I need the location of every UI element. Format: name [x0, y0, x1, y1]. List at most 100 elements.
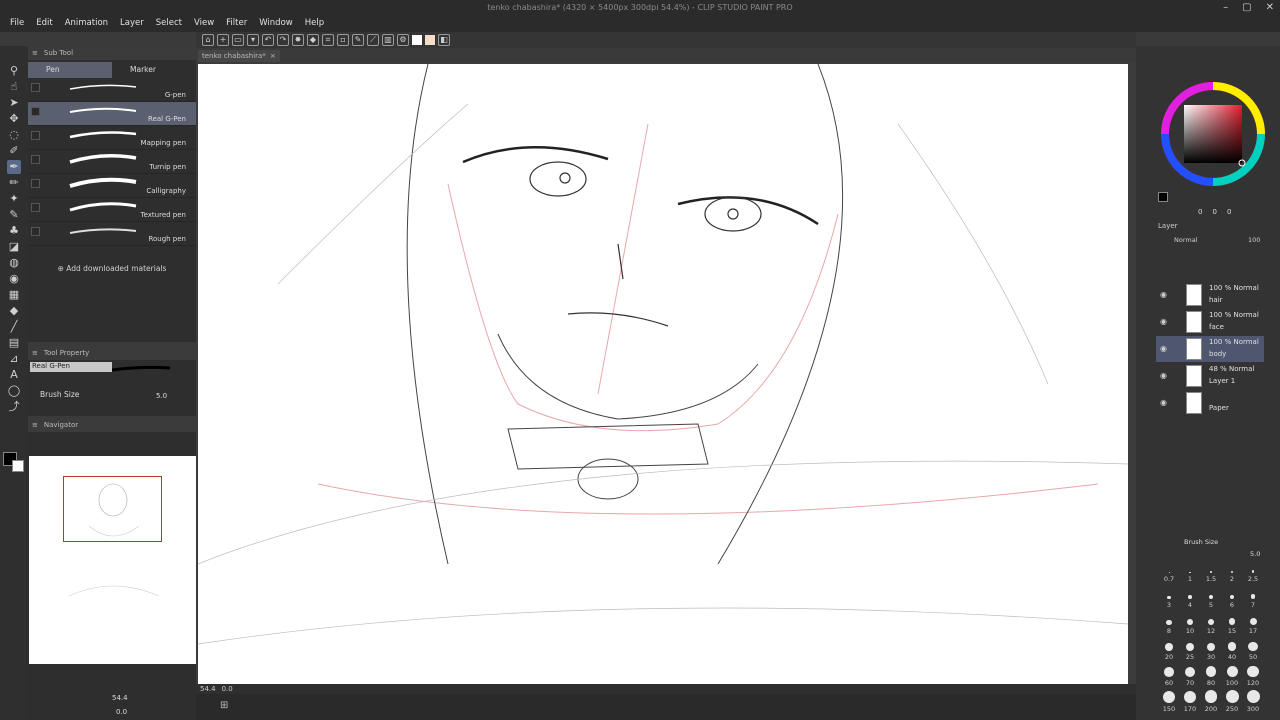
- brush-item-textured-pen[interactable]: Textured pen: [28, 198, 196, 222]
- zoom-tool-icon[interactable]: ⚲: [7, 64, 21, 78]
- eye-icon[interactable]: ◉: [1160, 371, 1167, 380]
- layer-row-hair[interactable]: ◉ 100 % Normal hair: [1156, 282, 1264, 308]
- airbrush-tool-icon[interactable]: ✎: [7, 208, 21, 222]
- tab-marker[interactable]: Marker: [112, 62, 196, 78]
- brush-item-turnip-pen[interactable]: Turnip pen: [28, 150, 196, 174]
- blend-tool-icon[interactable]: ◍: [7, 256, 21, 270]
- navigator-zoom[interactable]: 54.4: [112, 694, 128, 702]
- eyedropper-icon[interactable]: ✐: [7, 144, 21, 158]
- close-icon[interactable]: ✕: [1266, 2, 1274, 13]
- layer-icon[interactable]: ▥: [382, 34, 394, 46]
- maximize-icon[interactable]: ▢: [1242, 2, 1251, 13]
- eraser-tool-icon[interactable]: ◪: [7, 240, 21, 254]
- eye-icon[interactable]: ◉: [1160, 344, 1167, 353]
- pen-tool-icon[interactable]: ✒: [7, 160, 21, 174]
- text-tool-icon[interactable]: A: [7, 368, 21, 382]
- color-picker-icon[interactable]: ◧: [438, 34, 450, 46]
- panel-menu-icon[interactable]: ≡: [32, 349, 38, 357]
- open-icon[interactable]: ▭: [232, 34, 244, 46]
- menu-select[interactable]: Select: [150, 16, 188, 30]
- fill-icon[interactable]: ◆: [307, 34, 319, 46]
- bucket-tool-icon[interactable]: ◆: [7, 304, 21, 318]
- tab-close-icon[interactable]: ×: [270, 52, 276, 60]
- pencil-tool-icon[interactable]: ✏: [7, 176, 21, 190]
- settings-icon[interactable]: ⚙: [397, 34, 409, 46]
- move-tool-icon[interactable]: ✥: [7, 112, 21, 126]
- brush-size-option[interactable]: 50: [1242, 638, 1264, 661]
- color-value-r[interactable]: 0: [1198, 208, 1202, 216]
- brush-size-option[interactable]: 1: [1179, 560, 1201, 583]
- clear-icon[interactable]: ✸: [292, 34, 304, 46]
- navigator-rotate[interactable]: 0.0: [116, 708, 127, 716]
- brush-size-option[interactable]: 0.7: [1158, 560, 1180, 583]
- brush-size-option[interactable]: 8: [1158, 612, 1180, 635]
- color-swatch-white[interactable]: [412, 35, 422, 45]
- layer-row-layer-1[interactable]: ◉ 48 % Normal Layer 1: [1156, 363, 1264, 389]
- home-icon[interactable]: ⌂: [202, 34, 214, 46]
- eye-icon[interactable]: ◉: [1160, 398, 1167, 407]
- brush-size-option[interactable]: 7: [1242, 586, 1264, 609]
- brush-size-option[interactable]: 1.5: [1200, 560, 1222, 583]
- undo-icon[interactable]: ↶: [262, 34, 274, 46]
- pen-icon[interactable]: ✎: [352, 34, 364, 46]
- brush-size-option[interactable]: 10: [1179, 612, 1201, 635]
- checkbox[interactable]: [31, 107, 40, 116]
- status-zoom[interactable]: 54.4: [200, 685, 216, 693]
- brush-size-option[interactable]: 70: [1179, 664, 1201, 687]
- brush-size-option[interactable]: 170: [1179, 690, 1201, 713]
- brush-size-option[interactable]: 250: [1221, 690, 1243, 713]
- panel-menu-icon[interactable]: ≡: [32, 421, 38, 429]
- canvas-tab[interactable]: tenko chabashira* ×: [198, 50, 280, 62]
- operation-tool-icon[interactable]: ➤: [7, 96, 21, 110]
- redo-icon[interactable]: ↷: [277, 34, 289, 46]
- status-angle[interactable]: 0.0: [222, 685, 233, 693]
- brush-size-option[interactable]: 20: [1158, 638, 1180, 661]
- eye-icon[interactable]: ◉: [1160, 290, 1167, 299]
- ruler-icon[interactable]: ⟋: [367, 34, 379, 46]
- layer-palette-icon[interactable]: ⊞: [220, 700, 228, 711]
- decoration-tool-icon[interactable]: ♣: [7, 224, 21, 238]
- correct-line-tool-icon[interactable]: ⤴: [7, 400, 21, 414]
- navigator-viewport[interactable]: [63, 476, 162, 542]
- blend-mode-select[interactable]: Normal: [1174, 236, 1198, 244]
- brush-size-option[interactable]: 3: [1158, 586, 1180, 609]
- brush-size-option[interactable]: 30: [1200, 638, 1222, 661]
- brush-item-mapping-pen[interactable]: Mapping pen: [28, 126, 196, 150]
- ruler-tool-icon[interactable]: ⊿: [7, 352, 21, 366]
- menu-file[interactable]: File: [4, 16, 30, 30]
- menu-view[interactable]: View: [188, 16, 220, 30]
- new-icon[interactable]: +: [217, 34, 229, 46]
- brush-item-rough-pen[interactable]: Rough pen: [28, 222, 196, 246]
- layer-row-face[interactable]: ◉ 100 % Normal face: [1156, 309, 1264, 335]
- hand-tool-icon[interactable]: ☝: [7, 80, 21, 94]
- brush-tool-icon[interactable]: ✦: [7, 192, 21, 206]
- checkbox[interactable]: [31, 203, 40, 212]
- brush-size-option[interactable]: 150: [1158, 690, 1180, 713]
- brush-size-option[interactable]: 2.5: [1242, 560, 1264, 583]
- selection-tool-icon[interactable]: ◌: [7, 128, 21, 142]
- brush-item-real-g-pen[interactable]: Real G-Pen: [28, 102, 196, 126]
- deselect-icon[interactable]: ▫: [337, 34, 349, 46]
- eye-icon[interactable]: ◉: [1160, 317, 1167, 326]
- brush-size-option[interactable]: 200: [1200, 690, 1222, 713]
- brush-size-option[interactable]: 25: [1179, 638, 1201, 661]
- minimize-icon[interactable]: –: [1223, 2, 1228, 13]
- brush-size-option[interactable]: 2: [1221, 560, 1243, 583]
- brush-item-g-pen[interactable]: G-pen: [28, 78, 196, 102]
- brush-size-option[interactable]: 60: [1158, 664, 1180, 687]
- brush-size-option[interactable]: 6: [1221, 586, 1243, 609]
- save-icon[interactable]: ▾: [247, 34, 259, 46]
- color-swatch-skin[interactable]: [425, 35, 435, 45]
- main-color-indicator[interactable]: [1158, 192, 1168, 202]
- color-value-b[interactable]: 0: [1227, 208, 1231, 216]
- brush-size-option[interactable]: 5: [1200, 586, 1222, 609]
- add-downloaded-materials-button[interactable]: ⊕ Add downloaded materials: [28, 264, 196, 273]
- brush-size-option[interactable]: 15: [1221, 612, 1243, 635]
- figure-tool-icon[interactable]: ╱: [7, 320, 21, 334]
- layer-row-body[interactable]: ◉ 100 % Normal body: [1156, 336, 1264, 362]
- brush-size-value[interactable]: 5.0: [156, 392, 167, 400]
- brush-size-panel-value[interactable]: 5.0: [1250, 550, 1260, 558]
- layer-row-paper[interactable]: ◉ Paper: [1156, 390, 1264, 416]
- transform-icon[interactable]: ⌗: [322, 34, 334, 46]
- menu-window[interactable]: Window: [253, 16, 299, 30]
